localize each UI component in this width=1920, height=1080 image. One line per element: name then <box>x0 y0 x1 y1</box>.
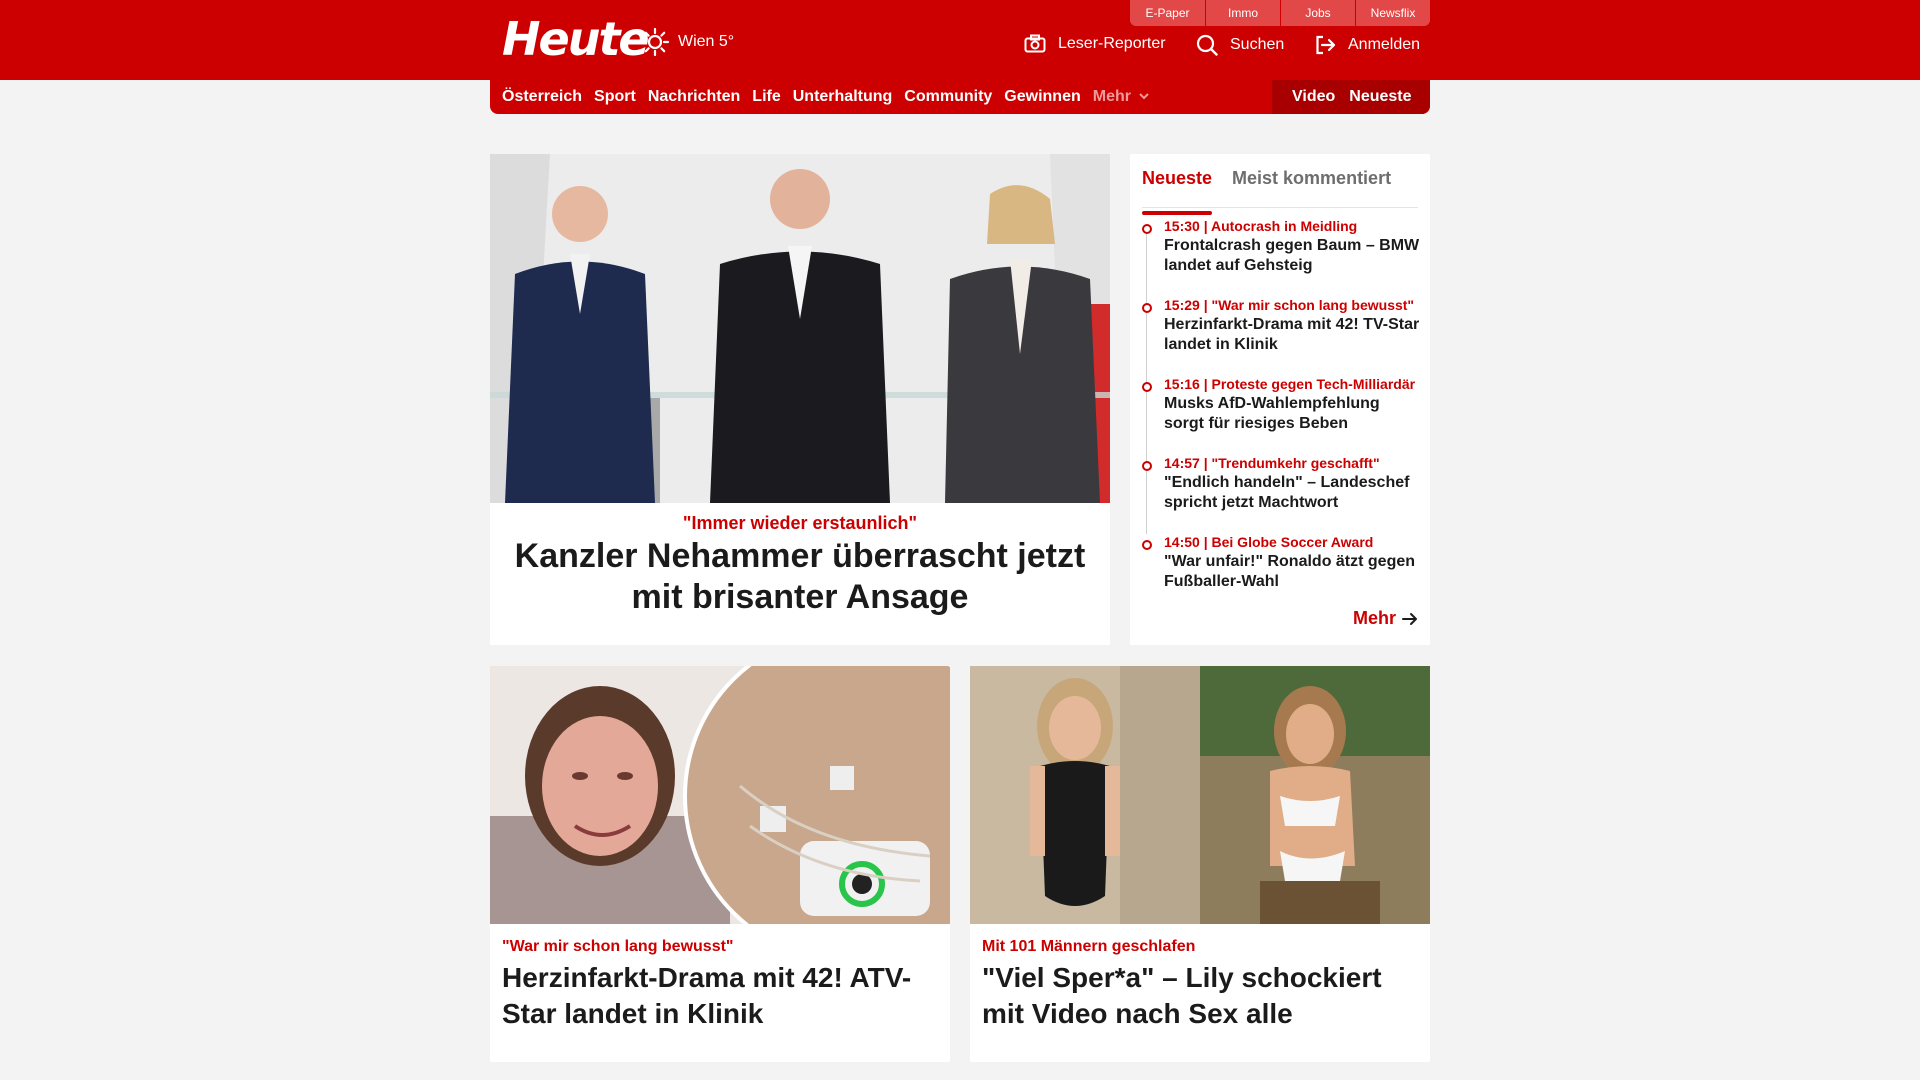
search-icon <box>1196 34 1218 56</box>
card-image <box>970 666 1430 924</box>
sun-icon <box>640 27 670 57</box>
leser-reporter-label: Leser-Reporter <box>1058 35 1166 52</box>
article-card[interactable]: "War mir schon lang bewusst" Herzinfarkt… <box>490 666 950 1062</box>
timeline-title[interactable]: Musks AfD-Wahlempfehlung sorgt für riesi… <box>1164 394 1422 434</box>
top-link-newsflix[interactable]: Newsflix <box>1355 0 1430 26</box>
login-icon <box>1316 35 1336 55</box>
timeline-dot-icon <box>1142 224 1152 234</box>
timeline-item[interactable]: 15:29 | "War mir schon lang bewusst" Her… <box>1142 293 1422 372</box>
top-link-immo[interactable]: Immo <box>1205 0 1280 26</box>
nav-item-video[interactable]: Video <box>1292 88 1335 106</box>
weather-text: Wien 5° <box>678 33 735 50</box>
nav-item-unterhaltung[interactable]: Unterhaltung <box>793 88 893 106</box>
camera-icon <box>1024 34 1046 53</box>
timeline-title[interactable]: "Endlich handeln" – Landeschef spricht j… <box>1164 473 1422 513</box>
sidebar-more-label: Mehr <box>1352 608 1396 628</box>
hero-headline[interactable]: Kanzler Nehammer überrascht jetzt mit br… <box>490 534 1110 618</box>
chevron-down-icon <box>1139 93 1150 100</box>
card-headline[interactable]: "Viel Sper*a" – Lily schockiert mit Vide… <box>970 956 1430 1032</box>
nav-item-nachrichten[interactable]: Nachrichten <box>648 88 740 106</box>
timeline-title[interactable]: Herzinfarkt-Drama mit 42! TV-Star landet… <box>1164 315 1422 355</box>
article-card[interactable]: Mit 101 Männern geschlafen "Viel Sper*a"… <box>970 666 1430 1062</box>
nav-item-gewinnen[interactable]: Gewinnen <box>1004 88 1080 106</box>
main-navigation: Österreich Sport Nachrichten Life Unterh… <box>490 80 1430 114</box>
top-link-epaper[interactable]: E-Paper <box>1130 0 1205 26</box>
timeline-meta: 15:29 | "War mir schon lang bewusst" <box>1164 297 1415 313</box>
tab-neueste[interactable]: Neueste <box>1142 162 1213 215</box>
tab-meist-kommentiert[interactable]: Meist kommentiert <box>1232 162 1391 207</box>
weather-widget[interactable]: Wien 5° <box>640 27 734 57</box>
timeline-title[interactable]: Frontalcrash gegen Baum – BMW landet auf… <box>1164 236 1422 276</box>
timeline-dot-icon <box>1142 303 1152 313</box>
arrow-right-icon <box>1402 612 1417 625</box>
search-label: Suchen <box>1230 36 1285 53</box>
timeline-item[interactable]: 15:16 | Proteste gegen Tech-Milliardär M… <box>1142 372 1422 451</box>
latest-news-sidebar: Neueste Meist kommentiert 15:30 | Autocr… <box>1130 154 1430 645</box>
timeline-meta: 15:16 | Proteste gegen Tech-Milliardär <box>1164 376 1416 392</box>
news-timeline: 15:30 | Autocrash in Meidling Frontalcra… <box>1142 214 1422 609</box>
hero-photo-illustration <box>490 154 1110 503</box>
timeline-dot-icon <box>1142 540 1152 550</box>
card-kicker: Mit 101 Männern geschlafen <box>982 938 1196 955</box>
nav-item-community[interactable]: Community <box>904 88 992 106</box>
card-headline[interactable]: Herzinfarkt-Drama mit 42! ATV-Star lande… <box>490 956 950 1032</box>
nav-more-dropdown[interactable]: Mehr <box>1093 88 1151 106</box>
leser-reporter-link[interactable]: Leser-Reporter <box>1024 34 1166 54</box>
nav-item-neueste[interactable]: Neueste <box>1349 88 1411 106</box>
timeline-item[interactable]: 14:50 | Bei Globe Soccer Award "War unfa… <box>1142 530 1422 609</box>
timeline-item[interactable]: 15:30 | Autocrash in Meidling Frontalcra… <box>1142 214 1422 293</box>
site-header: Heute Wien 5° E-Paper Immo Jobs Newsflix… <box>0 0 1920 80</box>
nav-item-life[interactable]: Life <box>752 88 780 106</box>
top-links: E-Paper Immo Jobs Newsflix <box>1130 0 1430 26</box>
top-link-jobs[interactable]: Jobs <box>1280 0 1355 26</box>
hero-article[interactable]: "Immer wieder erstaunlich" Kanzler Neham… <box>490 154 1110 645</box>
hero-image <box>490 154 1110 503</box>
timeline-item[interactable]: 14:57 | "Trendumkehr geschafft" "Endlich… <box>1142 451 1422 530</box>
card-photo-illustration <box>490 666 950 924</box>
timeline-title[interactable]: "War unfair!" Ronaldo ätzt gegen Fußball… <box>1164 552 1422 592</box>
timeline-meta: 14:57 | "Trendumkehr geschafft" <box>1164 455 1380 471</box>
sidebar-tabs: Neueste Meist kommentiert <box>1142 162 1418 215</box>
nav-right-group: Video Neueste <box>1272 80 1430 114</box>
hero-kicker: "Immer wieder erstaunlich" <box>682 513 918 533</box>
timeline-meta: 15:30 | Autocrash in Meidling <box>1164 218 1358 234</box>
search-link[interactable]: Suchen <box>1196 34 1284 56</box>
timeline-dot-icon <box>1142 382 1152 392</box>
nav-item-oesterreich[interactable]: Österreich <box>502 88 582 106</box>
nav-more-label: Mehr <box>1092 88 1131 105</box>
sidebar-more-link[interactable]: Mehr <box>1353 608 1418 629</box>
site-logo[interactable]: Heute <box>502 12 650 66</box>
nav-item-sport[interactable]: Sport <box>594 88 636 106</box>
login-link[interactable]: Anmelden <box>1314 34 1420 56</box>
card-image <box>490 666 950 924</box>
login-label: Anmelden <box>1348 36 1421 53</box>
timeline-dot-icon <box>1142 461 1152 471</box>
card-kicker: "War mir schon lang bewusst" <box>502 938 734 955</box>
timeline-meta: 14:50 | Bei Globe Soccer Award <box>1164 534 1374 550</box>
card-photo-illustration <box>970 666 1430 924</box>
